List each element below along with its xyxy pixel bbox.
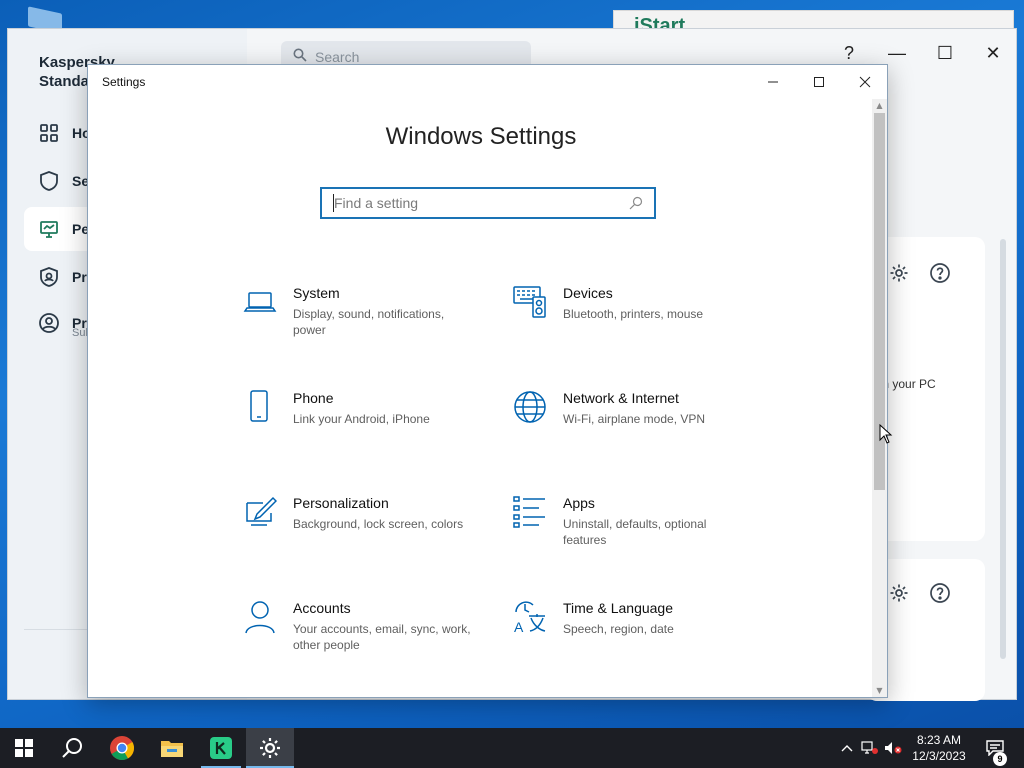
tile-description: Your accounts, email, sync, work, other … — [293, 622, 471, 652]
paint-icon — [243, 495, 278, 529]
minimize-button[interactable]: — — [883, 41, 911, 65]
tile-title: Time & Language — [563, 600, 673, 616]
help-circle-icon[interactable] — [928, 261, 952, 285]
chevron-up-icon — [841, 745, 853, 752]
phone-icon — [243, 390, 277, 424]
tile-title: Personalization — [293, 495, 389, 511]
taskbar: 8:23 AM 12/3/2023 9 — [0, 728, 1024, 768]
mouse-cursor-icon — [879, 424, 893, 444]
tile-title: System — [293, 285, 340, 301]
apps-list-icon — [513, 495, 547, 529]
kaspersky-search-placeholder: Search — [315, 49, 360, 65]
network-icon — [861, 741, 878, 754]
profile-icon — [38, 312, 60, 334]
taskbar-settings[interactable] — [246, 728, 294, 768]
settings-tile-network[interactable]: Network & Internet Wi-Fi, airplane mode,… — [513, 390, 763, 462]
taskbar-chrome[interactable] — [98, 728, 146, 768]
tile-description: Wi-Fi, airplane mode, VPN — [563, 412, 706, 426]
kaspersky-icon — [210, 737, 232, 759]
settings-window-title: Settings — [102, 75, 146, 89]
minimize-icon — [768, 81, 778, 83]
tile-description: Uninstall, defaults, optional features — [563, 517, 707, 547]
file-explorer-icon — [161, 741, 183, 757]
help-circle-icon[interactable] — [928, 581, 952, 605]
clock-date: 12/3/2023 — [912, 749, 966, 763]
page-title: Windows Settings — [385, 123, 577, 150]
person-icon — [243, 600, 277, 634]
volume-tray-button[interactable] — [882, 728, 904, 768]
scroll-up-arrow-icon[interactable]: ▲ — [872, 99, 887, 112]
scroll-down-arrow-icon[interactable]: ▼ — [872, 684, 887, 697]
tile-description: Background, lock screen, colors — [293, 517, 464, 531]
tile-description: Bluetooth, printers, mouse — [563, 307, 704, 321]
maximize-button[interactable]: ☐ — [931, 41, 959, 65]
show-hidden-icons-button[interactable] — [838, 728, 856, 768]
help-button[interactable]: ? — [835, 41, 863, 65]
close-icon — [859, 76, 871, 88]
grid-icon — [38, 122, 60, 144]
settings-search-box[interactable] — [320, 187, 656, 219]
start-button[interactable] — [0, 728, 48, 768]
settings-tile-accounts[interactable]: Accounts Your accounts, email, sync, wor… — [243, 600, 493, 672]
time-language-icon: A — [513, 600, 547, 635]
shield-icon — [38, 170, 60, 192]
gear-icon[interactable] — [887, 261, 911, 285]
settings-search-input[interactable] — [334, 195, 626, 211]
globe-icon — [513, 390, 547, 424]
maximize-button[interactable] — [796, 65, 842, 99]
network-tray-button[interactable] — [860, 728, 880, 768]
close-button[interactable] — [842, 65, 888, 99]
tile-title: Network & Internet — [563, 390, 679, 406]
clock-time: 8:23 AM — [916, 733, 962, 747]
taskbar-search-button[interactable] — [48, 728, 96, 768]
minimize-button[interactable] — [750, 65, 796, 99]
tile-title: Apps — [563, 495, 595, 511]
settings-tile-time-language[interactable]: A Time & Language Speech, region, date — [513, 600, 763, 672]
settings-tile-devices[interactable]: Devices Bluetooth, printers, mouse — [513, 285, 763, 357]
privacy-shield-icon — [38, 266, 60, 288]
kaspersky-scrollbar[interactable] — [1000, 239, 1006, 659]
search-icon — [62, 738, 82, 758]
sidebar-item-sublabel: Sul — [72, 327, 88, 339]
start-icon — [15, 739, 33, 757]
taskbar-clock[interactable]: 8:23 AM 12/3/2023 — [904, 732, 974, 764]
tile-description: Speech, region, date — [563, 622, 674, 636]
taskbar-file-explorer[interactable] — [148, 728, 196, 768]
laptop-icon — [243, 285, 277, 319]
notification-count-badge: 9 — [993, 752, 1007, 766]
volume-muted-icon — [885, 742, 902, 754]
chrome-icon — [110, 736, 135, 761]
tile-title: Devices — [563, 285, 613, 301]
settings-tile-personalization[interactable]: Personalization Background, lock screen,… — [243, 495, 493, 567]
close-button[interactable]: ✕ — [979, 41, 1007, 65]
gear-icon[interactable] — [887, 581, 911, 605]
tile-title: Phone — [293, 390, 334, 406]
settings-tile-phone[interactable]: Phone Link your Android, iPhone — [243, 390, 493, 462]
settings-scrollbar[interactable]: ▲ ▼ — [872, 99, 887, 697]
tile-description: Display, sound, notifications, power — [293, 307, 445, 337]
search-icon — [626, 196, 646, 210]
settings-window: Settings Windows Settings System Display… — [87, 64, 888, 698]
tile-title: Accounts — [293, 600, 351, 616]
settings-tile-apps[interactable]: Apps Uninstall, defaults, optional featu… — [513, 495, 763, 567]
monitor-icon — [38, 218, 60, 240]
tile-description: Link your Android, iPhone — [293, 412, 430, 426]
taskbar-kaspersky[interactable] — [197, 728, 245, 768]
settings-tile-system[interactable]: System Display, sound, notifications, po… — [243, 285, 493, 357]
settings-gear-icon — [260, 738, 280, 758]
maximize-icon — [814, 77, 824, 87]
svg-text:A: A — [514, 619, 524, 634]
devices-icon — [513, 285, 547, 319]
